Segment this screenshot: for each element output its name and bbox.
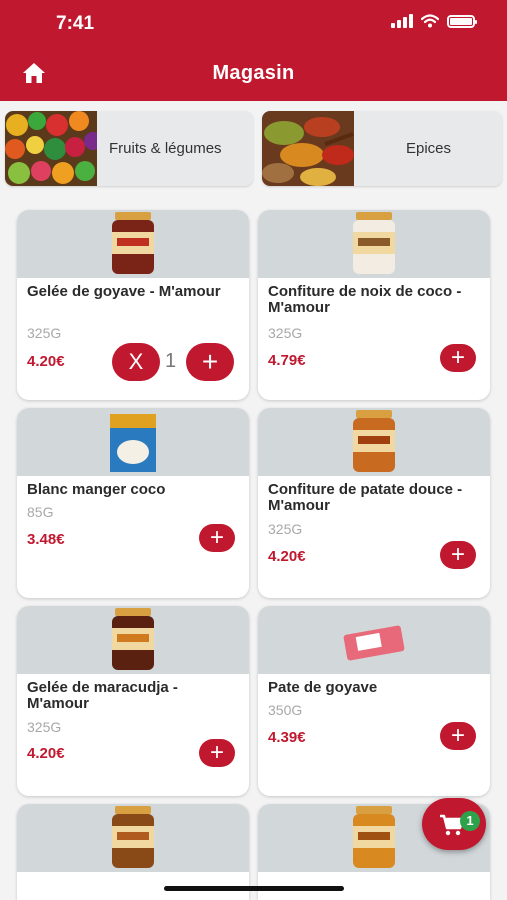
category-epices[interactable]: Epices xyxy=(262,111,502,186)
box-image xyxy=(110,414,156,472)
product-card[interactable]: Pate de goyave 350G 4.39€ + xyxy=(258,606,490,796)
product-weight: 85G xyxy=(27,504,54,520)
jar-image xyxy=(353,410,395,472)
add-button[interactable]: + xyxy=(186,343,234,381)
add-button[interactable]: + xyxy=(199,524,235,552)
product-name: Blanc manger coco xyxy=(27,481,166,498)
quantity-value: 1 xyxy=(165,350,177,372)
product-weight: 325G xyxy=(27,719,62,735)
product-card[interactable]: Confiture de patate douce - M'amour 325G… xyxy=(258,408,490,598)
category-label: Fruits & légumes xyxy=(109,140,222,157)
add-button[interactable]: + xyxy=(440,344,476,372)
package-image xyxy=(343,625,405,661)
product-weight: 325G xyxy=(27,325,62,341)
jar-image xyxy=(112,806,154,868)
wifi-icon xyxy=(421,14,439,28)
product-name: Confiture de noix de coco - M'amour xyxy=(268,283,462,316)
product-price: 4.39€ xyxy=(268,729,306,746)
product-name: Gelée de goyave - M'amour xyxy=(27,283,221,300)
category-fruits-legumes[interactable]: Fruits & légumes xyxy=(5,111,253,186)
product-name: Pate de goyave xyxy=(268,679,378,696)
product-price: 3.48€ xyxy=(27,531,65,548)
page-title: Magasin xyxy=(212,62,295,84)
product-card[interactable]: Confiture de noix de coco - M'amour 325G… xyxy=(258,210,490,400)
add-button[interactable]: + xyxy=(440,541,476,569)
product-card[interactable]: Gelée de maracudja - M'amour 325G 4.20€ … xyxy=(17,606,249,796)
product-weight: 325G xyxy=(268,521,303,537)
product-name: Gelée de maracudja - M'amour xyxy=(27,679,178,712)
remove-button[interactable]: X xyxy=(112,343,160,381)
product-card[interactable]: Gelée de goyave - M'amour 325G 4.20€ X 1… xyxy=(17,210,249,400)
jar-image xyxy=(353,212,395,274)
signal-icon xyxy=(391,14,413,28)
product-card[interactable]: Blanc manger coco 85G 3.48€ + xyxy=(17,408,249,598)
product-price: 4.79€ xyxy=(268,352,306,369)
add-button[interactable]: + xyxy=(199,739,235,767)
product-price: 4.20€ xyxy=(27,745,65,762)
product-weight: 350G xyxy=(268,702,303,718)
jar-image xyxy=(112,212,154,274)
status-time: 7:41 xyxy=(56,13,95,34)
battery-icon xyxy=(447,14,477,28)
product-price: 4.20€ xyxy=(268,548,306,565)
spices-image xyxy=(262,111,354,186)
app-header: 7:41 Magasin xyxy=(0,0,507,101)
fruits-vegetables-image xyxy=(5,111,97,186)
jar-image xyxy=(353,806,395,868)
cart-count-badge: 1 xyxy=(460,811,480,831)
product-weight: 325G xyxy=(268,325,303,341)
product-price: 4.20€ xyxy=(27,353,65,370)
add-button[interactable]: + xyxy=(440,722,476,750)
status-icons xyxy=(391,14,477,28)
jar-image xyxy=(112,608,154,670)
home-indicator xyxy=(164,886,344,891)
product-name: Confiture de patate douce - M'amour xyxy=(268,481,463,514)
category-label: Epices xyxy=(406,140,452,157)
